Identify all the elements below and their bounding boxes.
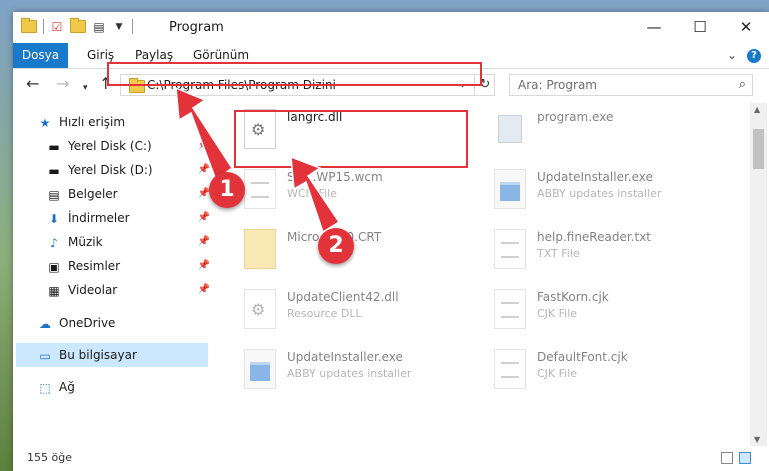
- step-2-badge: 2: [318, 228, 354, 264]
- arrow-1: [175, 86, 234, 182]
- step-1-badge: 1: [209, 172, 245, 208]
- arrow-2: [290, 155, 341, 234]
- annotation-arrows: [175, 86, 341, 234]
